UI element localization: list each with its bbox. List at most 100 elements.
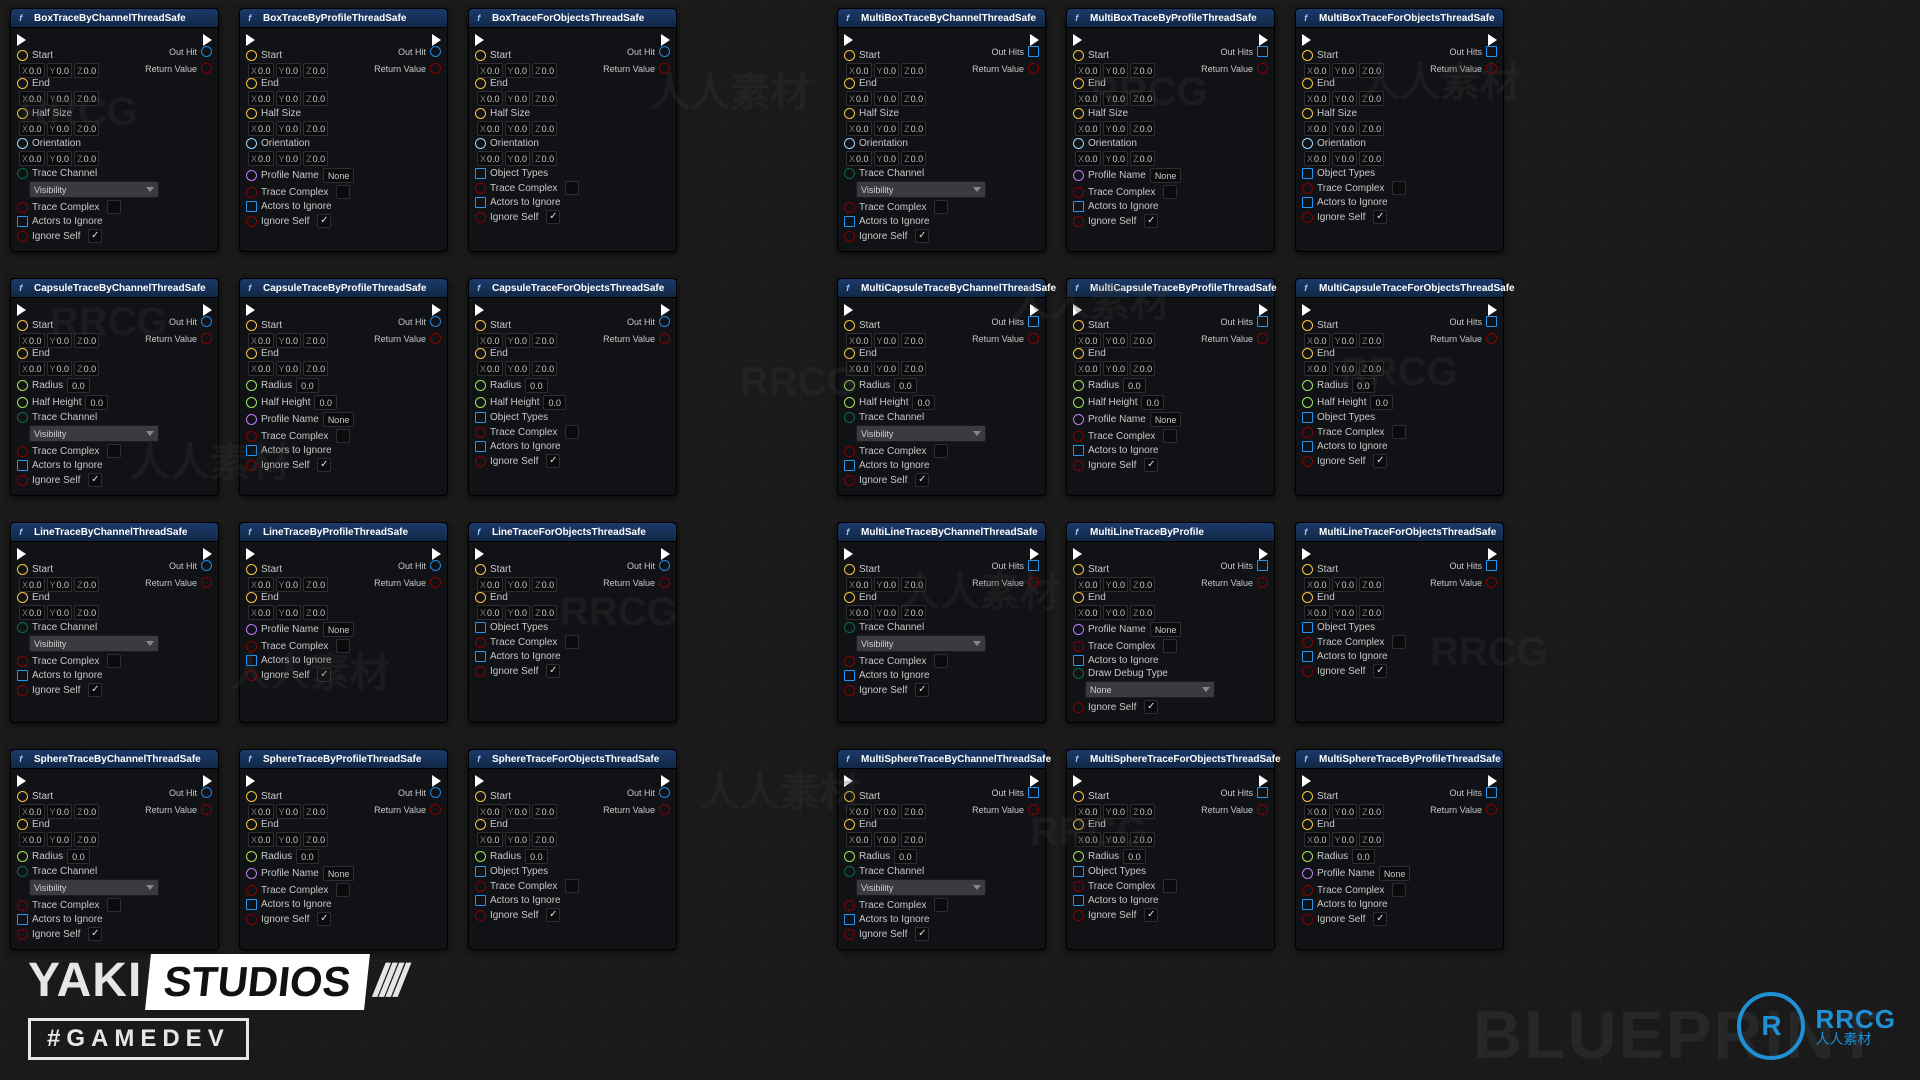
bool-pin[interactable]: Ignore Self xyxy=(844,473,1039,487)
blueprint-node[interactable]: fLineTraceByProfileThreadSafeStartX0.0Y0… xyxy=(239,522,448,723)
pin-icon[interactable] xyxy=(246,868,257,879)
return-value-pin[interactable]: Return Value xyxy=(603,333,670,344)
out-hit-pin[interactable]: Out Hit xyxy=(398,787,441,798)
array-pin[interactable]: Actors to Ignore xyxy=(1302,899,1497,910)
exec-out-pin[interactable] xyxy=(1488,548,1497,560)
checkbox[interactable] xyxy=(107,200,121,214)
pin-icon[interactable] xyxy=(246,592,257,603)
pin-icon[interactable] xyxy=(17,138,28,149)
out-hit-pin[interactable]: Out Hits xyxy=(991,560,1039,571)
bool-pin[interactable]: Ignore Self xyxy=(246,214,441,228)
array-pin[interactable]: Actors to Ignore xyxy=(475,441,670,452)
vector-pin[interactable]: End xyxy=(1302,592,1497,603)
node-header[interactable]: fSphereTraceByProfileThreadSafe xyxy=(240,750,447,769)
pin-icon[interactable] xyxy=(659,804,670,815)
pin-icon[interactable] xyxy=(246,320,257,331)
enum-pin[interactable]: Trace Channel xyxy=(844,412,1039,423)
pin-icon[interactable] xyxy=(430,787,441,798)
node-header[interactable]: fMultiCapsuleTraceForObjectsThreadSafe xyxy=(1296,279,1503,298)
array-pin[interactable]: Actors to Ignore xyxy=(844,914,1039,925)
pin-icon[interactable] xyxy=(17,475,28,486)
bool-pin[interactable]: Ignore Self xyxy=(1073,908,1268,922)
pin-icon[interactable] xyxy=(246,791,257,802)
pin-icon[interactable] xyxy=(844,446,855,457)
pin-icon[interactable] xyxy=(246,655,257,666)
checkbox[interactable] xyxy=(915,927,929,941)
exec-out-pin[interactable] xyxy=(1030,548,1039,560)
bool-pin[interactable]: Trace Complex xyxy=(17,200,212,214)
pin-icon[interactable] xyxy=(844,656,855,667)
exec-in-pin[interactable] xyxy=(17,548,26,560)
pin-icon[interactable] xyxy=(1302,78,1313,89)
pin-icon[interactable] xyxy=(17,791,28,802)
pin-icon[interactable] xyxy=(1073,819,1084,830)
bool-pin[interactable]: Trace Complex xyxy=(246,429,441,443)
pin-icon[interactable] xyxy=(475,108,486,119)
out-hit-pin[interactable]: Out Hit xyxy=(169,316,212,327)
exec-in-pin[interactable] xyxy=(475,548,484,560)
pin-icon[interactable] xyxy=(17,819,28,830)
pin-icon[interactable] xyxy=(17,460,28,471)
array-pin[interactable]: Object Types xyxy=(1073,866,1268,877)
pin-icon[interactable] xyxy=(246,138,257,149)
exec-in-pin[interactable] xyxy=(246,775,255,787)
return-value-pin[interactable]: Return Value xyxy=(603,804,670,815)
pin-icon[interactable] xyxy=(844,202,855,213)
pin-icon[interactable] xyxy=(17,108,28,119)
array-pin[interactable]: Actors to Ignore xyxy=(1073,445,1268,456)
vector-pin[interactable]: End xyxy=(475,592,670,603)
pin-icon[interactable] xyxy=(430,63,441,74)
pin-icon[interactable] xyxy=(430,316,441,327)
pin-icon[interactable] xyxy=(201,333,212,344)
checkbox[interactable] xyxy=(317,912,331,926)
pin-icon[interactable] xyxy=(17,656,28,667)
pin-icon[interactable] xyxy=(1073,108,1084,119)
node-header[interactable]: fMultiLineTraceByChannelThreadSafe xyxy=(838,523,1045,542)
pin-icon[interactable] xyxy=(246,564,257,575)
checkbox[interactable] xyxy=(915,229,929,243)
exec-out-pin[interactable] xyxy=(1259,775,1268,787)
out-hit-pin[interactable]: Out Hit xyxy=(627,560,670,571)
pin-icon[interactable] xyxy=(475,819,486,830)
pin-icon[interactable] xyxy=(1486,804,1497,815)
pin-icon[interactable] xyxy=(1302,183,1313,194)
vector-pin[interactable]: Half Size xyxy=(246,108,441,119)
pin-icon[interactable] xyxy=(246,819,257,830)
enum-pin[interactable]: Trace Channel xyxy=(844,622,1039,633)
pin-icon[interactable] xyxy=(475,50,486,61)
pin-icon[interactable] xyxy=(1073,445,1084,456)
pin-icon[interactable] xyxy=(17,592,28,603)
out-hit-pin[interactable]: Out Hits xyxy=(991,316,1039,327)
pin-icon[interactable] xyxy=(1073,668,1084,679)
pin-icon[interactable] xyxy=(1302,50,1313,61)
array-pin[interactable]: Object Types xyxy=(475,622,670,633)
bool-pin[interactable]: Trace Complex xyxy=(246,639,441,653)
pin-icon[interactable] xyxy=(475,380,486,391)
blueprint-node[interactable]: fCapsuleTraceByChannelThreadSafeStartX0.… xyxy=(10,278,219,496)
float-pin[interactable]: Radius 0.0 xyxy=(1073,849,1268,864)
pin-icon[interactable] xyxy=(844,622,855,633)
exec-out-pin[interactable] xyxy=(1488,34,1497,46)
node-header[interactable]: fMultiSphereTraceForObjectsThreadSafe xyxy=(1067,750,1274,769)
pin-icon[interactable] xyxy=(201,560,212,571)
bool-pin[interactable]: Ignore Self xyxy=(475,454,670,468)
checkbox[interactable] xyxy=(915,683,929,697)
blueprint-node[interactable]: fMultiBoxTraceForObjectsThreadSafeStartX… xyxy=(1295,8,1504,252)
pin-icon[interactable] xyxy=(1073,791,1084,802)
out-hit-pin[interactable]: Out Hits xyxy=(1449,560,1497,571)
array-pin[interactable]: Actors to Ignore xyxy=(1302,441,1497,452)
pin-icon[interactable] xyxy=(201,804,212,815)
pin-icon[interactable] xyxy=(1073,414,1084,425)
exec-in-pin[interactable] xyxy=(17,34,26,46)
pin-icon[interactable] xyxy=(844,685,855,696)
pin-icon[interactable] xyxy=(1028,787,1039,798)
return-value-pin[interactable]: Return Value xyxy=(145,577,212,588)
bool-pin[interactable]: Trace Complex xyxy=(1302,635,1497,649)
vector-pin[interactable]: End xyxy=(1302,819,1497,830)
exec-in-pin[interactable] xyxy=(475,775,484,787)
return-value-pin[interactable]: Return Value xyxy=(972,63,1039,74)
pin-icon[interactable] xyxy=(430,46,441,57)
array-pin[interactable]: Actors to Ignore xyxy=(844,670,1039,681)
vector-pin[interactable]: End xyxy=(844,78,1039,89)
return-value-pin[interactable]: Return Value xyxy=(1430,63,1497,74)
